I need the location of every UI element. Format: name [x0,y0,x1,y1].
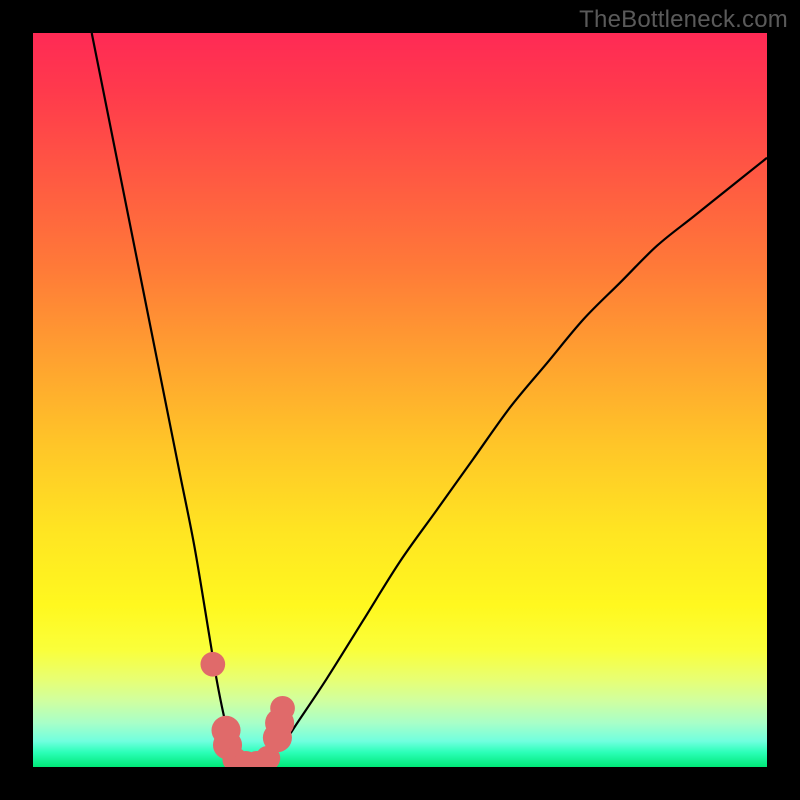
watermark-text: TheBottleneck.com [579,6,788,34]
bottleneck-curve-svg [33,33,767,767]
curve-marker [270,696,295,721]
plot-area [33,33,767,767]
bottleneck-curve [92,33,767,767]
chart-frame: TheBottleneck.com [0,0,800,800]
curve-markers [200,652,294,767]
curve-marker [200,652,225,677]
